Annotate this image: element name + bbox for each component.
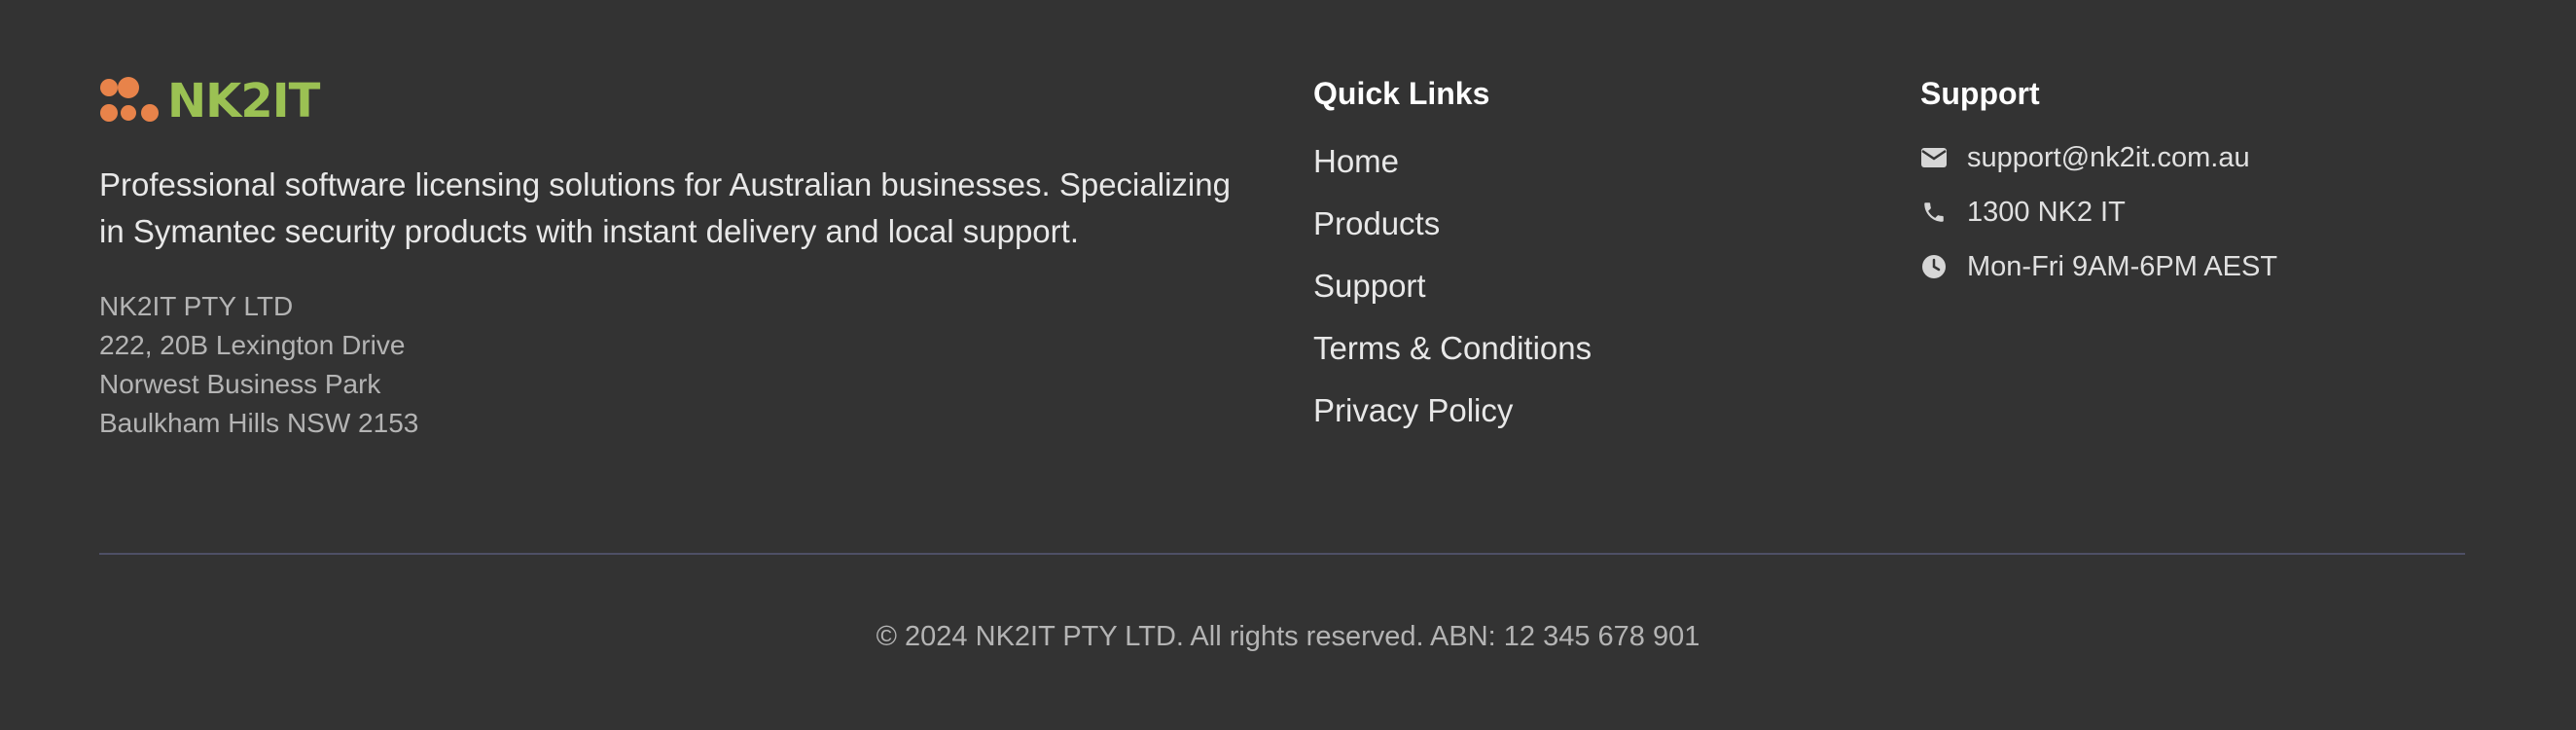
brand-description: Professional software licensing solution…: [99, 166, 1231, 249]
support-title: Support: [1920, 76, 2040, 111]
link-privacy-policy[interactable]: Privacy Policy: [1313, 380, 1819, 442]
quick-links-list: Home Products Support Terms & Conditions…: [1313, 130, 1819, 442]
address-line: Baulkham Hills NSW 2153: [99, 408, 419, 438]
copyright-text: © 2024 NK2IT PTY LTD. All rights reserve…: [876, 621, 1700, 652]
support-email[interactable]: support@nk2it.com.au: [1920, 130, 2504, 185]
brand-section: NK2IT Professional software licensing so…: [99, 74, 1247, 443]
address-line: NK2IT PTY LTD: [99, 291, 294, 321]
company-address: NK2IT PTY LTD 222, 20B Lexington Drive N…: [99, 287, 1247, 443]
site-footer: NK2IT Professional software licensing so…: [0, 0, 2576, 730]
logo-text: NK2IT: [167, 74, 320, 128]
link-support[interactable]: Support: [1313, 255, 1819, 317]
link-terms-conditions[interactable]: Terms & Conditions: [1313, 317, 1819, 380]
address-line: 222, 20B Lexington Drive: [99, 330, 406, 360]
quick-links-title: Quick Links: [1313, 76, 1490, 111]
link-products[interactable]: Products: [1313, 193, 1819, 255]
support-hours: Mon-Fri 9AM-6PM AEST: [1920, 239, 2504, 294]
logo[interactable]: NK2IT: [99, 74, 1247, 128]
support-list: support@nk2it.com.au 1300 NK2 IT Mon-Fri…: [1920, 130, 2504, 294]
phone-icon: [1920, 199, 1948, 226]
quick-links-section: Quick Links Home Products Support Terms …: [1313, 74, 1819, 442]
link-home[interactable]: Home: [1313, 130, 1819, 193]
mail-icon: [1920, 144, 1948, 171]
logo-dots-icon: [100, 77, 159, 122]
clock-icon: [1920, 253, 1948, 280]
support-email-text[interactable]: support@nk2it.com.au: [1967, 142, 2250, 174]
support-phone[interactable]: 1300 NK2 IT: [1920, 185, 2504, 239]
support-section: Support support@nk2it.com.au 1300 NK2 IT…: [1920, 74, 2504, 294]
support-phone-text[interactable]: 1300 NK2 IT: [1967, 197, 2126, 229]
address-line: Norwest Business Park: [99, 369, 381, 399]
support-hours-text: Mon-Fri 9AM-6PM AEST: [1967, 250, 2278, 282]
footer-divider: [99, 553, 2465, 555]
